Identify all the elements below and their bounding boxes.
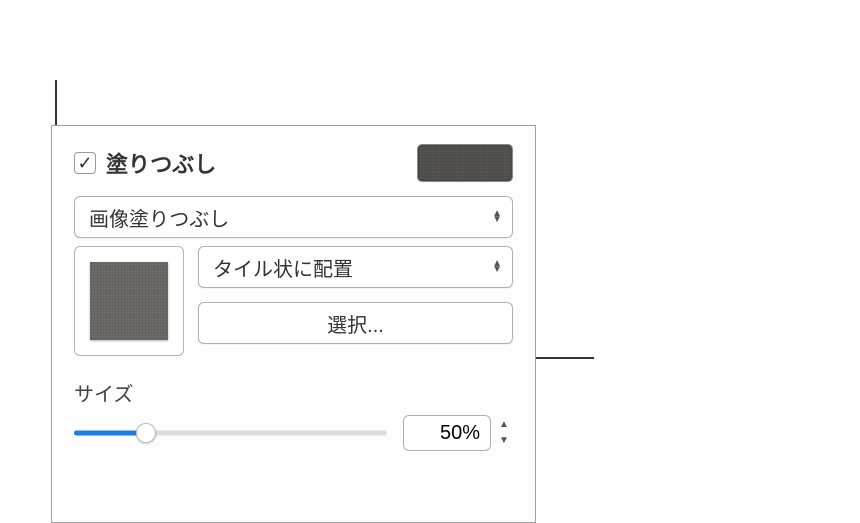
fill-header-row: ✓ 塗りつぶし	[74, 144, 513, 182]
size-stepper: ▲ ▼	[403, 415, 513, 451]
size-section: サイズ ▲ ▼	[74, 378, 513, 451]
size-slider[interactable]	[74, 421, 387, 445]
image-placement-selected: タイル状に配置	[213, 253, 353, 282]
size-input[interactable]	[403, 415, 491, 451]
size-label: サイズ	[74, 378, 513, 407]
fill-color-swatch[interactable]	[417, 144, 513, 182]
fill-type-selected: 画像塗りつぶし	[89, 203, 229, 232]
fill-type-popup[interactable]: 画像塗りつぶし ▲▼	[74, 196, 513, 238]
image-controls: タイル状に配置 ▲▼ 選択...	[198, 246, 513, 356]
stepper-down-button[interactable]: ▼	[495, 433, 513, 449]
choose-image-button[interactable]: 選択...	[198, 302, 513, 344]
popup-chevrons-icon: ▲▼	[492, 211, 502, 223]
image-fill-row: タイル状に配置 ▲▼ 選択...	[74, 246, 513, 356]
chevron-down-icon: ▼	[499, 436, 509, 446]
slider-thumb	[136, 423, 156, 443]
size-row: ▲ ▼	[74, 415, 513, 451]
image-well[interactable]	[74, 246, 184, 356]
stepper-buttons: ▲ ▼	[495, 417, 513, 449]
popup-chevrons-icon: ▲▼	[492, 261, 502, 273]
image-placement-popup[interactable]: タイル状に配置 ▲▼	[198, 246, 513, 288]
choose-button-label: 選択...	[327, 309, 384, 338]
fill-checkbox[interactable]: ✓	[74, 152, 96, 174]
fill-inspector-panel: ✓ 塗りつぶし 画像塗りつぶし ▲▼ タイル状に配置 ▲▼ 選択... サイズ	[51, 125, 536, 523]
stepper-up-button[interactable]: ▲	[495, 417, 513, 433]
checkmark-icon: ✓	[77, 154, 92, 172]
chevron-up-icon: ▲	[499, 420, 509, 430]
image-thumbnail	[90, 262, 168, 340]
fill-label: 塗りつぶし	[106, 147, 417, 179]
